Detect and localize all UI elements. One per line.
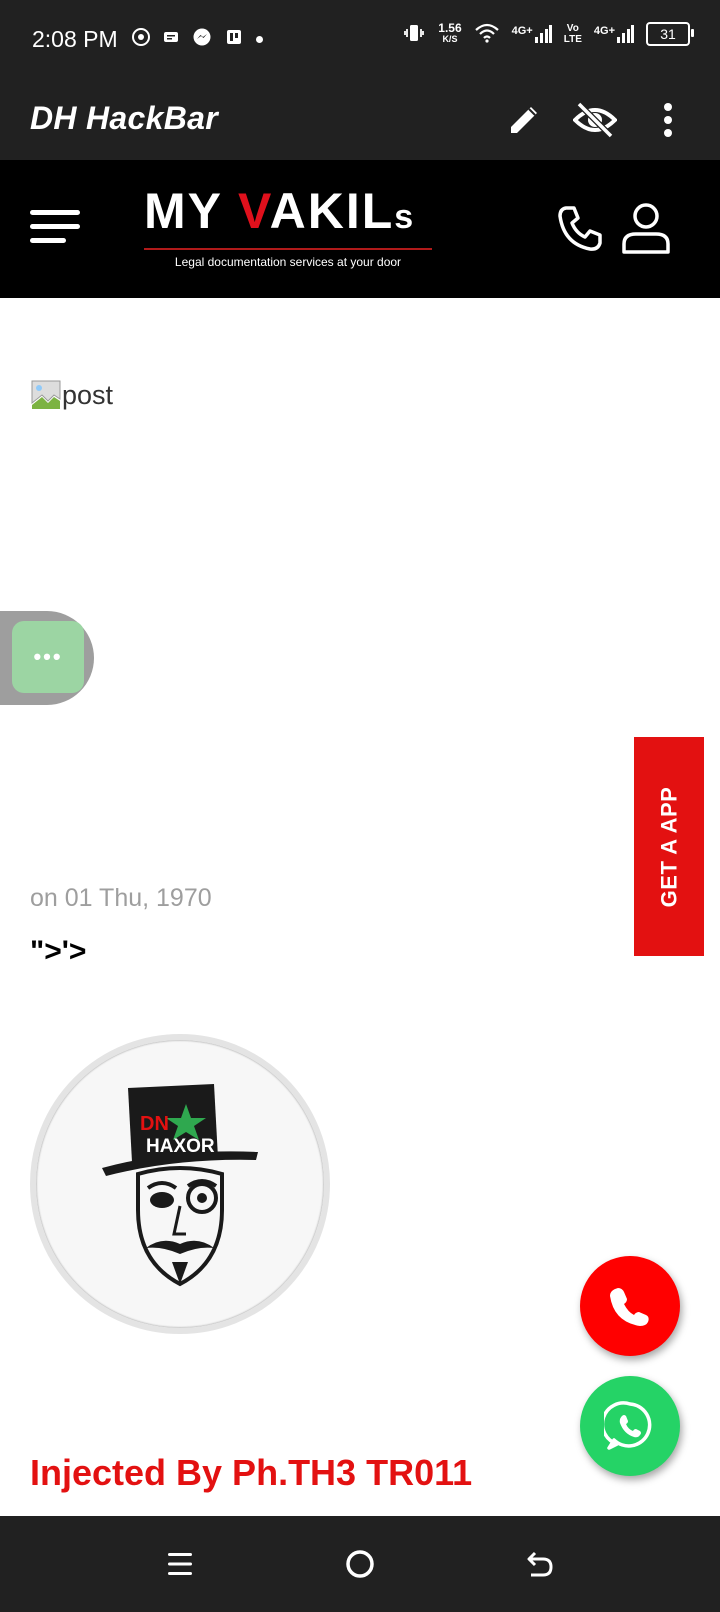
haxor-mask-logo: DN HAXOR: [102, 1084, 258, 1287]
avatar-logo-haxor: HAXOR: [146, 1136, 215, 1157]
status-time: 2:08 PM: [32, 26, 118, 52]
navigation-bar: [0, 1516, 720, 1612]
whatsapp-icon: [604, 1401, 652, 1450]
recent-apps-icon[interactable]: [158, 1542, 202, 1586]
post-date: on 01 Thu, 1970: [30, 884, 212, 912]
more-horiz-icon[interactable]: •••: [12, 621, 84, 693]
battery-icon: 31: [646, 22, 694, 46]
injected-text: Injected By Ph.TH3 TR011: [30, 1452, 473, 1493]
wifi-icon: [474, 23, 500, 46]
back-icon[interactable]: [518, 1542, 562, 1586]
logo-tagline: Legal documentation services at your doo…: [174, 255, 402, 269]
volte-bottom: LTE: [563, 34, 582, 45]
post-image-alt: post: [62, 379, 114, 410]
app-notification-icon: [224, 27, 244, 52]
messenger-icon: [192, 27, 212, 52]
notification-icons: [132, 27, 263, 52]
network-type-1: 4G+: [511, 25, 533, 37]
phone-icon[interactable]: [552, 200, 608, 256]
volte-top: Vo: [566, 23, 579, 34]
site-header: MY VAKILs Legal documentation services a…: [0, 160, 720, 298]
network-speed-value: 1.56: [438, 21, 462, 35]
signal-1: 4G+: [512, 25, 552, 43]
more-notifications-dot: [256, 36, 263, 43]
author-avatar: DN HAXOR: [30, 1034, 330, 1334]
visibility-off-icon[interactable]: [573, 98, 617, 142]
user-icon[interactable]: [618, 200, 674, 256]
post-title: ">'>: [30, 935, 87, 968]
broken-image-icon: [31, 380, 61, 409]
post-image: post: [30, 379, 113, 411]
logo-wordmark: MY VAKILs: [144, 182, 434, 246]
logo-akil: AKIL: [269, 183, 395, 239]
home-icon[interactable]: [338, 1542, 382, 1586]
status-bar: 2:08 PM 1.56 K/S 4G+ Vo LTE 4G+ 31: [0, 0, 720, 80]
network-speed: 1.56 K/S: [438, 21, 462, 45]
battery-level: 31: [660, 26, 676, 42]
call-floating-button[interactable]: [580, 1256, 680, 1356]
signal-2: 4G+: [594, 25, 634, 43]
chrome-icon: [132, 28, 150, 51]
whatsapp-floating-button[interactable]: [580, 1376, 680, 1476]
site-logo[interactable]: MY VAKILs Legal documentation services a…: [144, 182, 434, 277]
volte-badge: Vo LTE: [564, 23, 582, 45]
menu-icon[interactable]: [30, 210, 80, 250]
logo-underline: [144, 248, 432, 250]
phone-icon: [610, 1288, 649, 1326]
vibrate-icon: [402, 23, 426, 46]
message-icon: [162, 28, 180, 51]
avatar-logo-dn: DN: [140, 1113, 169, 1135]
app-bar: DH HackBar: [0, 80, 720, 160]
get-app-button[interactable]: GET A APP: [634, 737, 704, 956]
logo-v: V: [238, 183, 270, 239]
network-speed-unit: K/S: [442, 34, 458, 44]
logo-my: MY: [144, 183, 238, 239]
hackbar-floating-button[interactable]: •••: [0, 611, 94, 705]
app-title: DH HackBar: [30, 100, 218, 136]
get-app-label: GET A APP: [656, 786, 681, 907]
status-right: 1.56 K/S 4G+ Vo LTE 4G+ 31: [402, 21, 694, 46]
network-type-2: 4G+: [593, 25, 615, 37]
logo-s: s: [394, 198, 416, 236]
edit-icon[interactable]: [502, 98, 546, 142]
more-vert-icon[interactable]: [646, 98, 690, 142]
